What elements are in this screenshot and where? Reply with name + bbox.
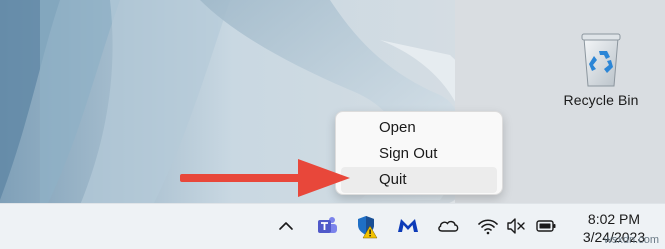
teams-icon[interactable] (312, 212, 340, 240)
screen: Recycle Bin Open Sign Out Quit 8:02 PM 3… (0, 0, 665, 249)
taskbar: 8:02 PM 3/24/2023 wsxdn.com (0, 203, 665, 249)
battery-icon[interactable] (532, 212, 560, 240)
wifi-icon[interactable] (474, 212, 502, 240)
menu-item-open[interactable]: Open (341, 115, 497, 141)
watermark: wsxdn.com (603, 234, 659, 246)
volume-muted-icon[interactable] (502, 212, 530, 240)
onedrive-cloud-icon[interactable] (434, 212, 462, 240)
red-arrow-annotation (178, 155, 353, 203)
menu-item-sign-out[interactable]: Sign Out (341, 141, 497, 167)
clock-time: 8:02 PM (587, 211, 641, 227)
security-shield-warning-icon[interactable] (353, 212, 381, 240)
tray-context-menu: Open Sign Out Quit (335, 111, 503, 195)
menu-item-quit[interactable]: Quit (341, 167, 497, 193)
recycle-bin-icon (579, 30, 623, 88)
recycle-bin-label: Recycle Bin (563, 92, 639, 108)
recycle-bin-desktop-icon[interactable]: Recycle Bin (553, 30, 649, 108)
chevron-up-icon[interactable] (272, 212, 300, 240)
malwarebytes-icon[interactable] (394, 212, 422, 240)
